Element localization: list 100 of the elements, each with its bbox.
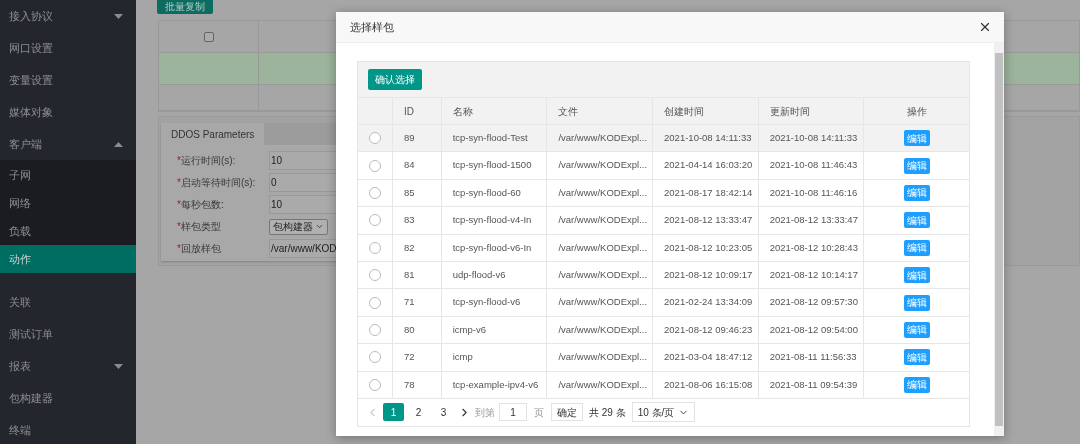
table-cell: icmp xyxy=(452,350,473,365)
table-row[interactable]: 85 tcp-syn-flood-60 /var/www/KODExpl... 2021-08-17 18:42:14 2021-10-08 11:46:16 编辑 xyxy=(358,178,969,207)
select-all-checkbox[interactable] xyxy=(203,31,214,42)
table-cell: /var/www/KODExpl... xyxy=(558,131,648,146)
table-cell: tcp-syn-flood-v6 xyxy=(452,295,521,310)
table-cell-text: tcp-syn-flood-60 xyxy=(452,185,521,200)
table-cell: tcp-example-ipv4-v6 xyxy=(452,377,539,392)
table-cell: /var/www/KODExpl... xyxy=(558,240,648,255)
sidebar-item[interactable]: 关联 xyxy=(0,286,136,318)
table-cell: 2021-08-12 13:33:47 xyxy=(664,213,753,228)
sidebar-item[interactable]: 变量设置 xyxy=(0,64,136,96)
params-tab[interactable]: DDOS Parameters xyxy=(161,123,265,145)
page-unit-label: 页 xyxy=(534,405,544,420)
table-row[interactable]: 89 tcp-syn-flood-Test /var/www/KODExpl... 2021-10-08 14:11:33 2021-10-08 14:11:33 编辑 xyxy=(358,124,969,152)
page-size-select[interactable]: 10 条/页 xyxy=(631,402,696,423)
radio-button[interactable] xyxy=(368,159,381,172)
radio-button[interactable] xyxy=(368,296,381,309)
table-cell: 2021-08-11 11:56:33 xyxy=(769,350,857,365)
table-cell-text: 80 xyxy=(403,322,415,337)
sidebar-item[interactable]: 媒体对象 xyxy=(0,96,136,128)
table-cell-text: icmp-v6 xyxy=(452,322,486,337)
table-row[interactable]: 71 tcp-syn-flood-v6 /var/www/KODExpl... 2021-02-24 13:34:09 2021-08-12 09:57:30 编辑 xyxy=(358,288,969,316)
radio-button[interactable] xyxy=(368,351,381,364)
table-row[interactable]: 72 icmp /var/www/KODExpl... 2021-03-04 18:47:12 2021-08-11 11:56:33 编辑 xyxy=(358,343,969,371)
dialog-title: 选择样包 xyxy=(350,19,394,35)
go-button[interactable]: 确定 xyxy=(551,403,583,422)
edit-button[interactable]: 编辑 xyxy=(903,212,930,229)
edit-button[interactable]: 编辑 xyxy=(903,157,930,174)
sidebar-item[interactable]: 接入协议 xyxy=(0,0,136,32)
column-header: 更新时间 xyxy=(769,104,810,119)
table-cell: 2021-08-06 16:15:08 xyxy=(664,377,753,392)
table-cell: /var/www/KODExpl... xyxy=(558,295,648,310)
table-cell: 2021-08-12 13:33:47 xyxy=(769,213,858,228)
confirm-select-button[interactable]: 确认选择 xyxy=(368,69,422,90)
sidebar-item[interactable]: 报表 xyxy=(0,350,136,382)
sidebar-item[interactable]: 客户端 xyxy=(0,128,136,160)
packet-type-select[interactable]: 包构建器 xyxy=(269,218,328,235)
table-cell: 2021-08-12 10:23:05 xyxy=(664,240,753,255)
table-row[interactable]: 81 udp-flood-v6 /var/www/KODExpl... 2021-08-12 10:09:17 2021-08-12 10:14:17 编辑 xyxy=(358,260,969,289)
edit-button[interactable]: 编辑 xyxy=(903,376,930,393)
table-cell: 84 xyxy=(403,158,415,173)
radio-button[interactable] xyxy=(368,132,381,145)
table-cell: 2021-10-08 11:46:43 xyxy=(769,158,858,173)
radio-button[interactable] xyxy=(368,323,381,336)
sidebar-item[interactable]: 终端 xyxy=(0,414,136,444)
sidebar-item[interactable]: 包构建器 xyxy=(0,382,136,414)
table-cell-text: 2021-08-12 09:46:23 xyxy=(664,322,753,337)
table-cell: 2021-08-11 09:54:39 xyxy=(769,377,858,392)
edit-button[interactable]: 编辑 xyxy=(903,239,930,256)
sidebar-item[interactable]: 网口设置 xyxy=(0,32,136,64)
table-cell: 2021-04-14 16:03:20 xyxy=(664,158,753,173)
edit-button[interactable]: 编辑 xyxy=(903,349,930,366)
close-icon[interactable] xyxy=(978,20,992,34)
sidebar-subitem[interactable]: 子网 xyxy=(0,161,136,189)
table-cell: 2021-10-08 14:11:33 xyxy=(769,131,858,146)
page-input[interactable]: 1 xyxy=(499,403,527,422)
edit-button[interactable]: 编辑 xyxy=(903,267,930,284)
table-cell: 2021-08-12 10:28:43 xyxy=(769,240,858,255)
table-row[interactable]: 83 tcp-syn-flood-v4-In /var/www/KODExpl... 2021-08-12 13:33:47 2021-08-12 13:33:47 编辑 xyxy=(358,206,969,234)
edit-button[interactable]: 编辑 xyxy=(903,130,930,147)
table-cell: 2021-03-04 18:47:12 xyxy=(664,350,753,365)
edit-button[interactable]: 编辑 xyxy=(903,321,930,338)
sidebar-subitem[interactable]: 网络 xyxy=(0,189,136,217)
sidebar-item[interactable]: 测试订单 xyxy=(0,318,136,350)
table-cell: 78 xyxy=(403,377,415,392)
page-button[interactable]: 3 xyxy=(433,403,454,422)
goto-label: 到第 xyxy=(475,405,495,420)
radio-button[interactable] xyxy=(368,269,381,282)
field-label: *启动等待时间(s): xyxy=(176,176,257,190)
column-header: 文件 xyxy=(558,104,579,119)
field-label: *样包类型 xyxy=(176,220,222,234)
table-cell: /var/www/KODExpl... xyxy=(558,350,648,365)
table-cell: /var/www/KODExpl... xyxy=(558,158,648,173)
radio-button[interactable] xyxy=(368,378,381,391)
table-cell-text: udp-flood-v6 xyxy=(452,268,506,282)
batch-copy-button[interactable]: 批量复制 xyxy=(157,0,213,14)
table-cell-text: 2021-08-12 10:09:17 xyxy=(664,268,753,282)
table-cell: 2021-10-08 14:11:33 xyxy=(664,131,752,146)
sidebar-subitem[interactable]: 动作 xyxy=(0,245,136,273)
radio-button[interactable] xyxy=(368,186,381,199)
table-row[interactable]: 78 tcp-example-ipv4-v6 /var/www/KODExpl... 2021-08-06 16:15:08 2021-08-11 09:54:39 编辑 xyxy=(358,370,969,398)
edit-button[interactable]: 编辑 xyxy=(903,294,930,311)
table-row[interactable]: 84 tcp-syn-flood-1500 /var/www/KODExpl... 2021-04-14 16:03:20 2021-10-08 11:46:43 编辑 xyxy=(358,151,969,179)
table-cell: tcp-syn-flood-v4-In xyxy=(452,213,532,228)
sidebar-subitem[interactable]: 负载 xyxy=(0,217,136,245)
table-row[interactable]: 82 tcp-syn-flood-v6-In /var/www/KODExpl... 2021-08-12 10:23:05 2021-08-12 10:28:43 编辑 xyxy=(358,233,969,261)
radio-button[interactable] xyxy=(368,214,381,227)
table-row[interactable]: 80 icmp-v6 /var/www/KODExpl... 2021-08-12 09:46:23 2021-08-12 09:54:00 编辑 xyxy=(358,315,969,344)
table-cell: 71 xyxy=(403,295,415,310)
table-cell-text: /var/www/KODExpl... xyxy=(558,268,648,282)
table-cell-text: 2021-08-12 09:54:00 xyxy=(769,322,858,337)
table-cell-text: /var/www/KODExpl... xyxy=(558,185,648,200)
page-button[interactable]: 1 xyxy=(383,403,404,422)
table-cell: tcp-syn-flood-v6-In xyxy=(452,240,532,255)
scrollbar[interactable] xyxy=(994,43,1004,436)
field-label: *回放样包 xyxy=(176,242,222,256)
edit-button[interactable]: 编辑 xyxy=(903,184,930,201)
page-button[interactable]: 2 xyxy=(408,403,429,422)
table-cell: /var/www/KODExpl... xyxy=(558,213,648,228)
radio-button[interactable] xyxy=(368,241,381,254)
